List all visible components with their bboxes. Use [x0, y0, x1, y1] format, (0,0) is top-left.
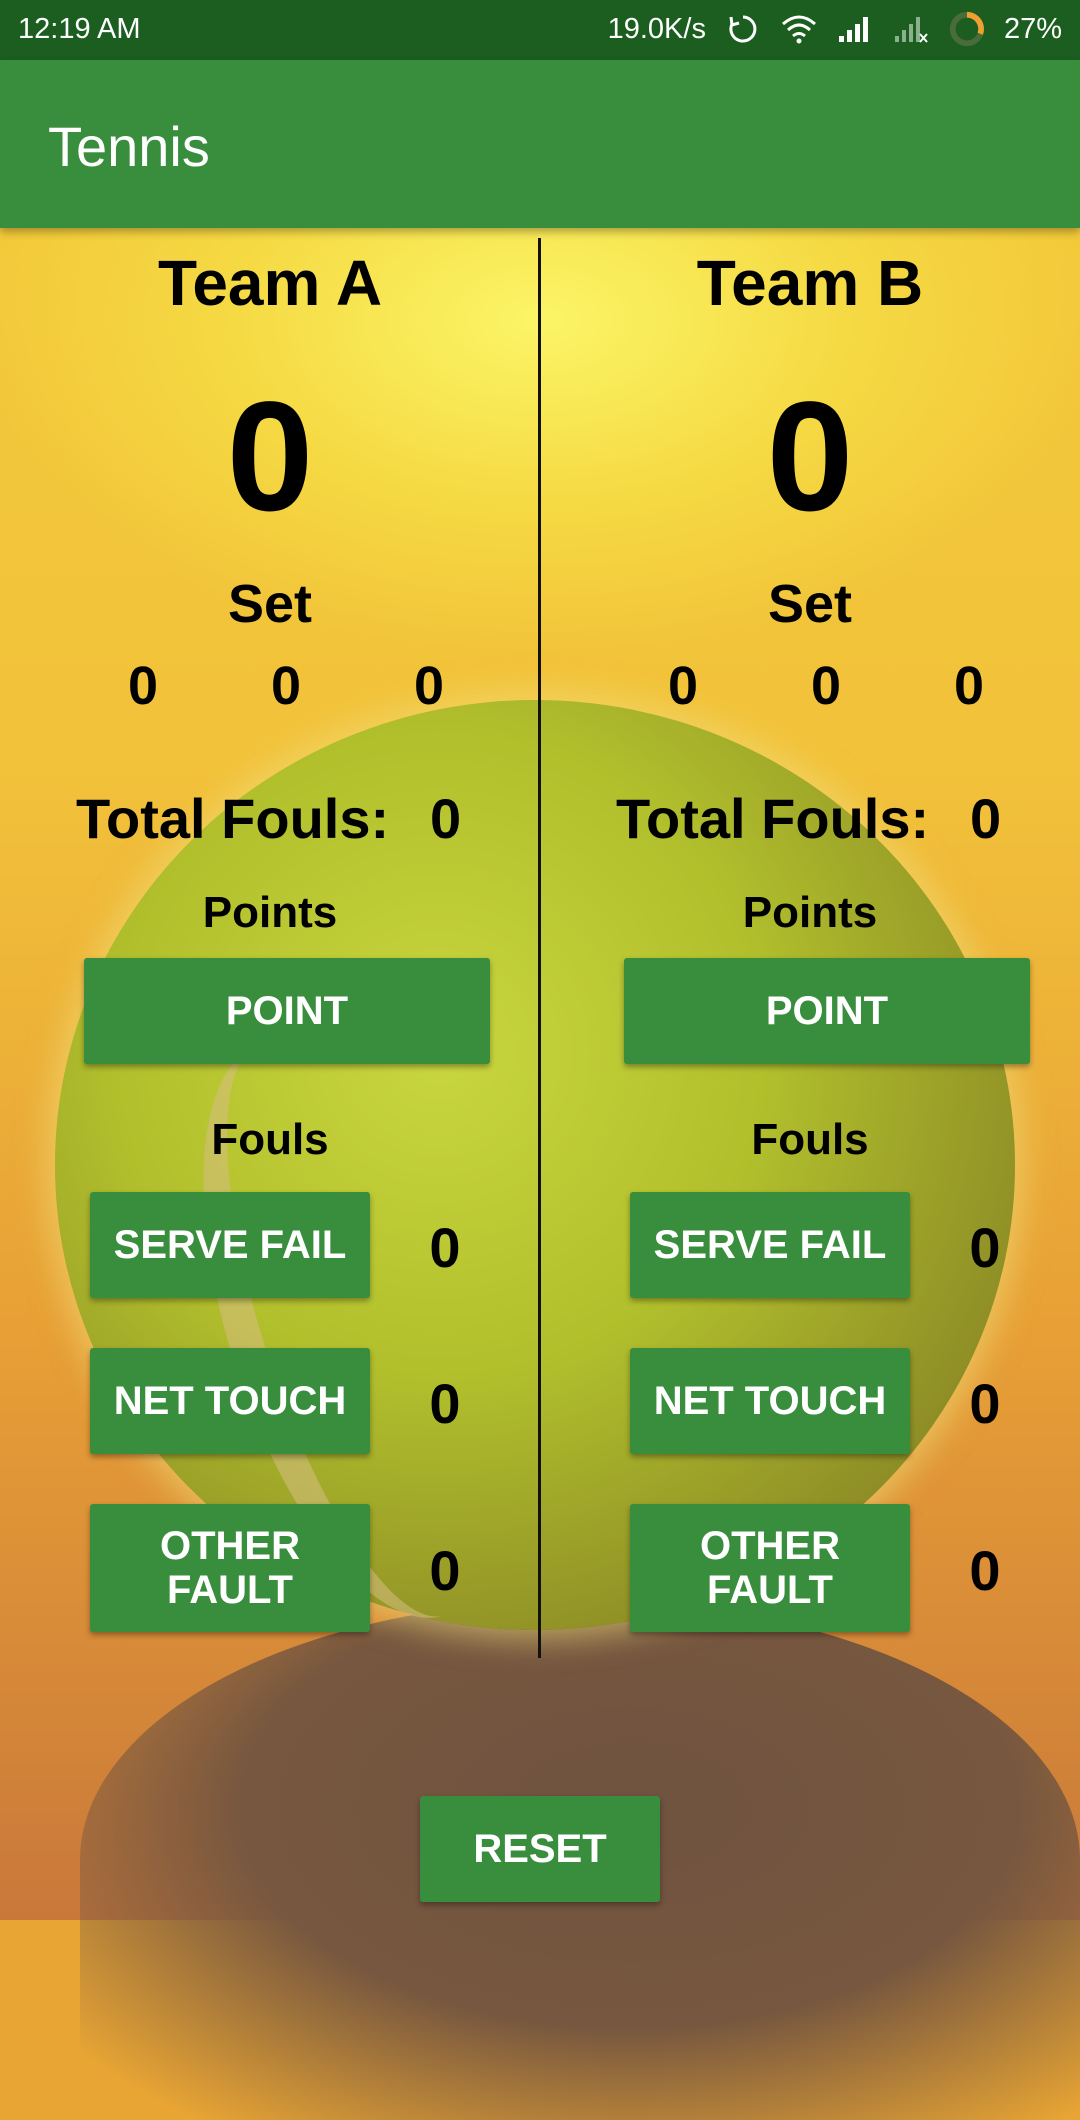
team-b-set-2: 0 — [810, 656, 842, 716]
team-a-serve-fail-count: 0 — [429, 1216, 461, 1279]
team-b-panel: Team B 0 Set 0 0 0 Total Fouls: 0 Points… — [540, 228, 1080, 1668]
team-b-other-fault-button[interactable]: OTHER FAULT — [630, 1504, 910, 1632]
signal-no-sim-icon — [892, 10, 930, 48]
team-b-set-1: 0 — [667, 656, 699, 716]
team-b-points-label: Points — [742, 888, 878, 937]
wifi-icon — [780, 10, 818, 48]
team-b-serve-fail-count: 0 — [969, 1216, 1001, 1279]
reset-button[interactable]: RESET — [420, 1796, 660, 1902]
team-a-set-3: 0 — [413, 656, 445, 716]
team-a-net-touch-button[interactable]: NET TOUCH — [90, 1348, 370, 1454]
team-b-fouls-label: Fouls — [751, 1115, 869, 1164]
team-b-name: Team B — [696, 247, 924, 319]
team-b-score: 0 — [766, 370, 854, 544]
team-a-other-fault-button[interactable]: OTHER FAULT — [90, 1504, 370, 1632]
team-a-points-label: Points — [202, 888, 338, 937]
team-b-net-touch-button[interactable]: NET TOUCH — [630, 1348, 910, 1454]
team-b-point-button[interactable]: POINT — [624, 958, 1030, 1064]
team-b-net-touch-count: 0 — [969, 1372, 1001, 1435]
app-bar: Tennis — [0, 60, 1080, 228]
team-a-net-touch-count: 0 — [429, 1372, 461, 1435]
status-icons: 19.0K/s 27% — [608, 10, 1062, 48]
team-a-score: 0 — [226, 370, 314, 544]
team-b-set-label: Set — [767, 574, 853, 634]
team-b-total-fouls-label: Total Fouls: — [616, 787, 930, 850]
sync-icon — [724, 10, 762, 48]
team-a-other-fault-count: 0 — [429, 1539, 461, 1602]
team-a-set-label: Set — [227, 574, 313, 634]
status-bar: 12:19 AM 19.0K/s 27% — [0, 0, 1080, 60]
app-title: Tennis — [48, 115, 210, 178]
team-a-panel: Team A 0 Set 0 0 0 Total Fouls: 0 Points… — [0, 228, 540, 1668]
team-a-serve-fail-button[interactable]: SERVE FAIL — [90, 1192, 370, 1298]
status-time: 12:19 AM — [18, 13, 141, 45]
team-a-total-fouls-label: Total Fouls: — [76, 787, 390, 850]
signal-icon — [836, 10, 874, 48]
team-a-point-button[interactable]: POINT — [84, 958, 490, 1064]
team-b-other-fault-count: 0 — [969, 1539, 1001, 1602]
network-speed: 19.0K/s — [607, 12, 706, 45]
team-b-total-fouls-value: 0 — [970, 787, 1002, 850]
team-a-fouls-label: Fouls — [211, 1115, 329, 1164]
battery-percent: 27% — [1003, 12, 1062, 45]
team-a-total-fouls-value: 0 — [430, 787, 462, 850]
battery-ring-icon — [948, 10, 986, 48]
team-b-set-3: 0 — [953, 656, 985, 716]
team-b-serve-fail-button[interactable]: SERVE FAIL — [630, 1192, 910, 1298]
team-a-set-2: 0 — [270, 656, 302, 716]
team-a-name: Team A — [157, 247, 383, 319]
team-a-set-1: 0 — [127, 656, 159, 716]
